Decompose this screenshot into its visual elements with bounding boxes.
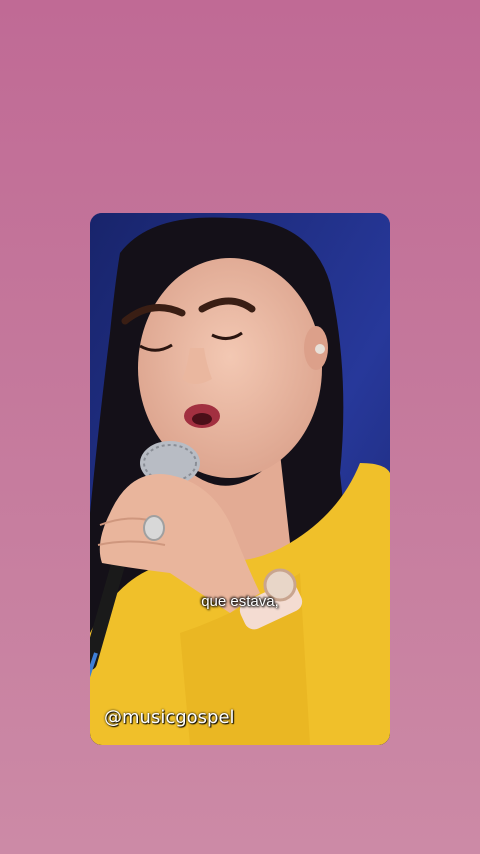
story-video-card[interactable]: que estava, @musicgospel <box>90 213 390 745</box>
singer-video-frame <box>90 213 390 745</box>
account-watermark: @musicgospel <box>104 707 235 728</box>
subtitle-caption: que estava, <box>201 593 279 610</box>
